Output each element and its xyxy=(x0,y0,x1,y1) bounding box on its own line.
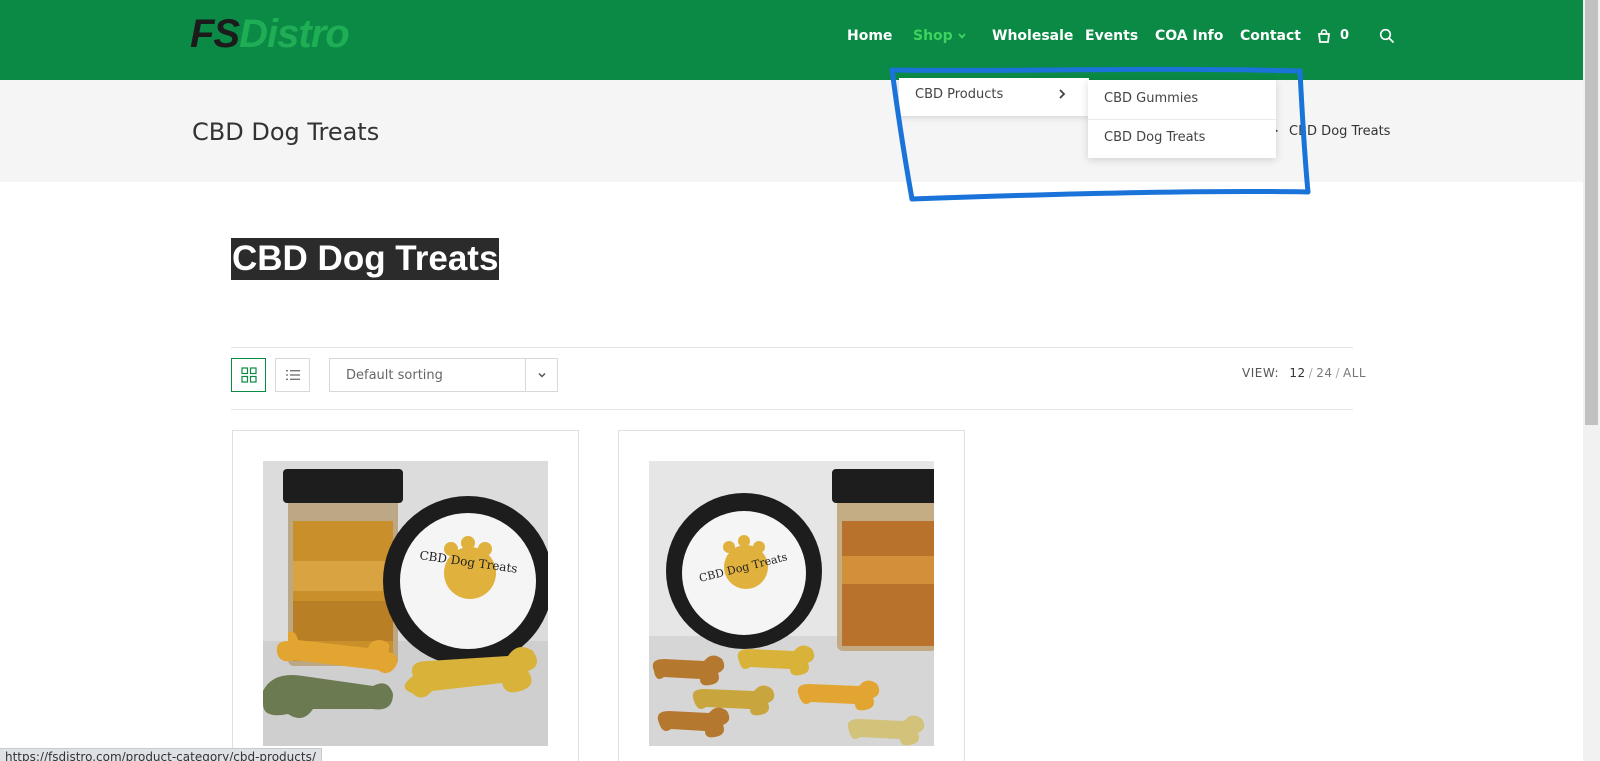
menu-item-cbd-products[interactable]: CBD Products xyxy=(915,87,1003,102)
logo-fs: FS xyxy=(190,12,240,56)
view-count-24[interactable]: 24 xyxy=(1316,366,1332,380)
submenu-item-cbd-dog-treats[interactable]: CBD Dog Treats xyxy=(1104,130,1205,145)
submenu-divider xyxy=(1088,119,1276,120)
grid-icon xyxy=(240,367,257,383)
site-header: FSDistro Home Shop Wholesale Events COA … xyxy=(0,0,1583,80)
toolbar-top-divider xyxy=(231,347,1353,348)
shop-dropdown: CBD Products xyxy=(899,78,1089,116)
product-card[interactable]: CBD Dog Treats xyxy=(618,430,965,761)
submenu-item-cbd-gummies[interactable]: CBD Gummies xyxy=(1104,91,1198,106)
browser-status-url: https://fsdistro.com/product-category/cb… xyxy=(0,748,322,761)
logo-distro: Distro xyxy=(239,12,350,56)
nav-contact[interactable]: Contact xyxy=(1240,28,1301,44)
list-view-button[interactable] xyxy=(275,358,310,392)
view-count: VIEW: 12/24/ALL xyxy=(1242,366,1367,380)
cbd-products-submenu: CBD Gummies CBD Dog Treats xyxy=(1088,80,1276,158)
breadcrumb: > CBD Dog Treats xyxy=(1268,124,1390,139)
list-icon xyxy=(285,370,300,380)
site-logo[interactable]: FSDistro xyxy=(190,12,350,57)
sort-select-arrow[interactable] xyxy=(525,359,557,391)
chevron-right-icon xyxy=(1059,89,1066,99)
sort-select[interactable]: Default sorting xyxy=(329,358,558,392)
chevron-down-icon xyxy=(537,372,546,378)
search-icon[interactable] xyxy=(1379,28,1395,44)
dog-treats-jar-photo: CBD Dog Treats xyxy=(649,461,934,746)
view-count-label: VIEW: xyxy=(1242,366,1280,380)
chevron-down-icon xyxy=(958,33,966,39)
cart-count[interactable]: 0 xyxy=(1340,28,1349,43)
nav-shop-label: Shop xyxy=(913,28,953,44)
scrollbar-thumb[interactable] xyxy=(1585,0,1598,425)
nav-events[interactable]: Events xyxy=(1085,28,1138,44)
nav-coa-info[interactable]: COA Info xyxy=(1155,28,1223,44)
product-card[interactable]: CBD Dog Treats xyxy=(232,430,579,761)
nav-shop[interactable]: Shop xyxy=(913,28,967,44)
shopping-bag-icon[interactable] xyxy=(1316,28,1332,44)
nav-wholesale[interactable]: Wholesale xyxy=(992,28,1073,44)
page-title: CBD Dog Treats xyxy=(192,118,380,146)
archive-heading: CBD Dog Treats xyxy=(231,238,500,280)
breadcrumb-current: CBD Dog Treats xyxy=(1289,124,1391,139)
product-image[interactable]: CBD Dog Treats xyxy=(263,461,548,746)
sort-select-value: Default sorting xyxy=(346,368,443,383)
view-count-12[interactable]: 12 xyxy=(1289,366,1305,380)
nav-home[interactable]: Home xyxy=(847,28,892,44)
page-scrollbar[interactable] xyxy=(1583,0,1600,761)
product-image[interactable]: CBD Dog Treats xyxy=(649,461,934,746)
toolbar-bottom-divider xyxy=(231,409,1353,410)
grid-view-button[interactable] xyxy=(231,358,266,392)
view-count-all[interactable]: ALL xyxy=(1343,366,1366,380)
dog-treats-jar-photo: CBD Dog Treats xyxy=(263,461,548,746)
